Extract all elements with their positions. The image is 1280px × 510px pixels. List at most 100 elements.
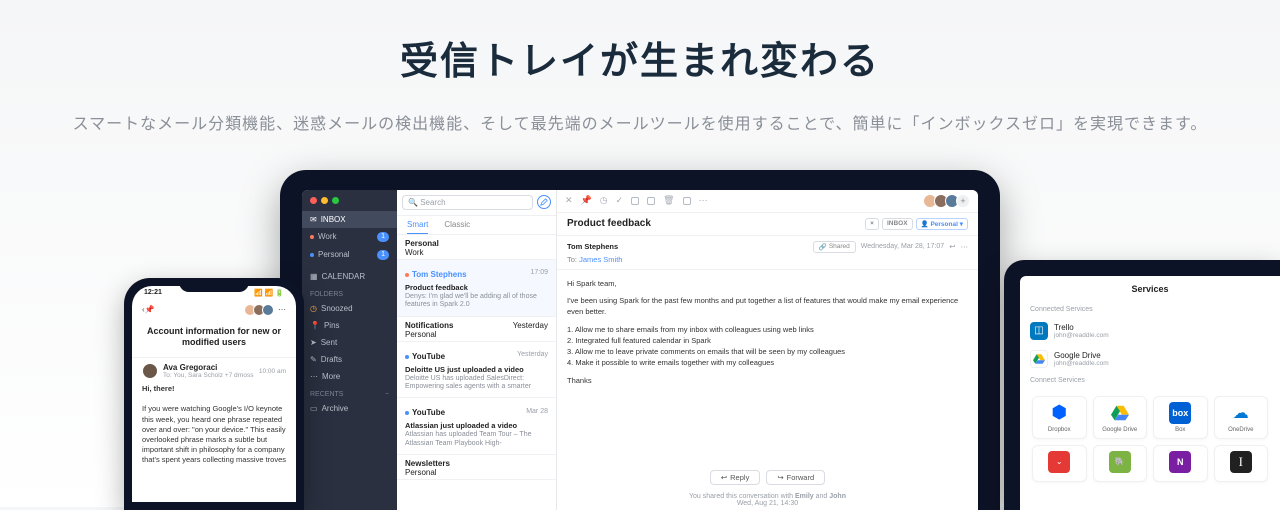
hero-subtitle: スマートなメール分類機能、迷惑メールの検出機能、そして最先端のメールツールを使用…: [0, 111, 1280, 140]
collapse-icon[interactable]: −: [385, 391, 389, 398]
reply-icon: ↩: [721, 473, 727, 482]
service-trello[interactable]: ◫ Trellojohn@readdle.com: [1020, 317, 1280, 345]
connect-service[interactable]: ⌄: [1032, 445, 1087, 482]
sidebar: ✉ INBOX Work 1 Personal 1 ▦ CALENDAR Folde…: [302, 190, 397, 510]
message-subject: Atlassian just uploaded a video: [405, 421, 548, 430]
more-icon[interactable]: ⋯: [699, 195, 708, 206]
service-google-drive[interactable]: Google Drivejohn@readdle.com: [1020, 345, 1280, 373]
sidebar-archive[interactable]: ▭Archive: [302, 400, 397, 417]
archive-icon[interactable]: [631, 197, 639, 205]
pin-icon[interactable]: 📌: [145, 305, 155, 314]
archive-icon: ▭: [310, 404, 318, 413]
remove-tag-button[interactable]: ×: [865, 218, 879, 230]
group-notifications[interactable]: NotificationsPersonalYesterday: [397, 317, 556, 342]
search-input[interactable]: 🔍 Search: [402, 195, 533, 210]
tablet-app: Services Connected Services ◫ Trellojohn…: [1020, 276, 1280, 510]
connect-google-drive[interactable]: Google Drive: [1093, 396, 1148, 439]
sender-name: Tom Stephens: [412, 270, 467, 279]
reply-icon[interactable]: ↩: [949, 242, 955, 251]
connect-service[interactable]: N: [1153, 445, 1208, 482]
sidebar-work[interactable]: Work 1: [302, 228, 397, 246]
message-body: Hi, there! If you were watching Google's…: [142, 384, 286, 465]
sidebar-pins[interactable]: 📍Pins: [302, 317, 397, 334]
connect-service[interactable]: I: [1214, 445, 1269, 482]
connect-onedrive[interactable]: ☁OneDrive: [1214, 396, 1269, 439]
badge: 1: [377, 232, 389, 242]
reply-button[interactable]: ↩Reply: [710, 470, 760, 485]
collaborator-avatars[interactable]: [247, 304, 274, 316]
sidebar-sent[interactable]: ➤Sent: [302, 334, 397, 351]
sender-name: YouTube: [412, 408, 445, 417]
message-item[interactable]: YouTubeYesterday Deloitte US just upload…: [397, 342, 556, 399]
tab-smart[interactable]: Smart: [407, 220, 428, 234]
tag-inbox[interactable]: INBOX: [882, 218, 913, 230]
message-preview: Denys: I'm glad we'll be adding all of t…: [405, 293, 548, 310]
sidebar-snoozed[interactable]: ◷Snoozed: [302, 300, 397, 317]
phone-message[interactable]: Ava Gregoraci To: You, Sara Scholz +7 dr…: [132, 357, 296, 470]
detail-to: To: James Smith: [567, 255, 968, 264]
message-time: 17:09: [530, 269, 548, 276]
move-icon[interactable]: [647, 197, 655, 205]
more-icon[interactable]: ⋯: [278, 305, 286, 314]
inbox-icon: ✉: [310, 215, 317, 224]
dot-icon: [310, 235, 314, 239]
message-item[interactable]: Tom Stephens17:09 Product feedback Denys…: [397, 260, 556, 317]
dot-icon: [310, 253, 314, 257]
message-detail: ✕ 📌 ◷ ✓ 🗑 ⋯ + Product feedback × INBOX 👤…: [557, 190, 978, 510]
sidebar-item-label: CALENDAR: [322, 272, 366, 281]
sent-icon: ➤: [310, 338, 317, 347]
service-email: john@readdle.com: [1054, 360, 1109, 367]
sidebar-item-label: INBOX: [321, 215, 346, 224]
evernote-icon: 🐘: [1109, 451, 1131, 473]
hero-title: 受信トレイが生まれ変わる: [0, 30, 1280, 85]
recipient-link[interactable]: James Smith: [579, 255, 622, 264]
message-preview: Deloitte US has uploaded SalesDirect: Em…: [405, 375, 548, 392]
check-icon[interactable]: ✓: [616, 195, 624, 206]
sidebar-calendar[interactable]: ▦ CALENDAR: [302, 268, 397, 285]
forward-button[interactable]: ↪Forward: [766, 470, 825, 485]
phone-app: 12:21 📶 📶 🔋 ‹ 📌 ⋯ Account information fo…: [132, 286, 296, 502]
window-controls[interactable]: [302, 190, 397, 211]
message-item[interactable]: YouTubeMar 28 Atlassian just uploaded a …: [397, 398, 556, 455]
group-personal[interactable]: PersonalWork: [397, 235, 556, 260]
sidebar-more[interactable]: ⋯ More: [302, 368, 397, 385]
service-email: john@readdle.com: [1054, 332, 1109, 339]
close-icon[interactable]: [310, 197, 317, 204]
folder-icon[interactable]: [683, 197, 691, 205]
minimize-icon[interactable]: [321, 197, 328, 204]
group-newsletters[interactable]: NewslettersPersonal: [397, 455, 556, 480]
email-body: Hi Spark team, I've been using Spark for…: [557, 270, 978, 465]
tab-classic[interactable]: Classic: [444, 220, 470, 234]
more-icon[interactable]: ⋯: [961, 242, 969, 251]
message-time: Yesterday: [517, 351, 548, 358]
avatar: [262, 304, 274, 316]
message-preview: Atlassian has uploaded Team Tour – The A…: [405, 431, 548, 448]
add-collaborator-button[interactable]: +: [956, 194, 970, 208]
collaborator-avatars[interactable]: +: [926, 194, 970, 208]
more-icon: ⋯: [310, 372, 318, 381]
connect-service[interactable]: 🐘: [1093, 445, 1148, 482]
draft-icon: ✎: [310, 355, 317, 364]
trash-icon[interactable]: 🗑: [663, 195, 674, 206]
app-window: ✉ INBOX Work 1 Personal 1 ▦ CALENDAR Folde…: [302, 190, 978, 510]
detail-toolbar: ✕ 📌 ◷ ✓ 🗑 ⋯ +: [557, 190, 978, 213]
calendar-icon: ▦: [310, 272, 318, 281]
sidebar-inbox[interactable]: ✉ INBOX: [302, 211, 397, 228]
maximize-icon[interactable]: [332, 197, 339, 204]
close-icon[interactable]: ✕: [565, 195, 573, 206]
snooze-icon[interactable]: ◷: [600, 195, 608, 206]
sidebar-drafts[interactable]: ✎Drafts: [302, 351, 397, 368]
sidebar-item-label: More: [322, 372, 340, 381]
google-drive-icon: [1030, 350, 1048, 368]
pin-icon[interactable]: 📌: [581, 195, 592, 206]
shared-badge[interactable]: 🔗Shared: [813, 241, 856, 253]
connect-box[interactable]: boxBox: [1153, 396, 1208, 439]
tag-personal[interactable]: 👤 Personal ▾: [916, 218, 968, 230]
link-icon: 🔗: [819, 243, 827, 251]
message-list: 🔍 Search Smart Classic PersonalWork Tom …: [397, 190, 557, 510]
connect-dropbox[interactable]: ⬢Dropbox: [1032, 396, 1087, 439]
sidebar-section-folders: Folders: [302, 285, 397, 300]
compose-button[interactable]: [537, 195, 551, 209]
unread-dot-icon: [405, 355, 409, 359]
sidebar-personal[interactable]: Personal 1: [302, 246, 397, 264]
